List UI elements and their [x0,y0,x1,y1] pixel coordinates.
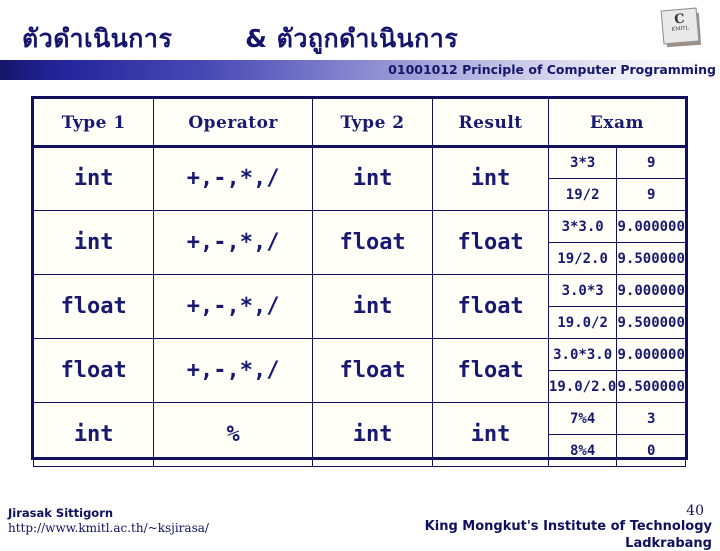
cell-exam-expression: 3.0*3.0 [547,338,618,371]
cell-type1: int [32,146,155,211]
cell-type2: int [311,146,434,211]
cell-exam-value: 9.500000 [616,242,686,275]
footer-url-link[interactable]: http://www.kmitl.ac.th/~ksjirasa/ [8,521,209,535]
column-header-operator: Operator [153,98,313,147]
footer-institute: King Mongkut's Institute of Technology L… [425,519,712,551]
course-banner-text: 01001012 Principle of Computer Programmi… [388,62,716,77]
slide-page-number: 40 [686,503,704,519]
cell-exam-value: 9.000000 [616,338,686,371]
footer-author: Jirasak Sittigorn [8,506,114,520]
cell-exam-expression: 19.0/2 [547,306,618,339]
course-logo-icon: C KMITL [660,6,706,50]
cell-exam-value: 9.500000 [616,306,686,339]
cell-result: int [432,146,549,211]
cell-exam-expression: 8%4 [547,434,618,467]
table-body: int +,-,*,/int int 3*3 9 19/2 9 int +,-,*,/float… [32,146,686,467]
cell-type1: int [32,402,155,467]
cell-exam-value: 9.000000 [616,274,686,307]
cell-exam-expression: 19/2 [547,178,618,211]
cell-operator: +,-,*,/ [153,146,313,211]
course-banner: 01001012 Principle of Computer Programmi… [0,60,720,80]
page-title: ตัวดำเนินการ & ตัวถูกดำเนินการ [22,18,642,60]
cell-operator: % [153,402,313,467]
table-header-row: Type 1 Operator Type 2 Result Exam [32,98,687,147]
cell-exam-value: 3 [616,402,686,435]
cell-exam-expression: 19/2.0 [547,242,618,275]
cell-type2: int [311,402,434,467]
cell-exam-value: 9.000000 [616,210,686,243]
cell-exam-value: 9 [616,146,686,179]
cell-exam-value: 9 [616,178,686,211]
footer-institute-line2: Ladkrabang [625,536,712,551]
table-row: int +,-,*,/float float 3*3.0 9.000000 [32,210,686,275]
cell-type2: float [311,338,434,403]
column-header-result: Result [432,98,549,147]
cell-exam-expression: 19.0/2.0 [547,370,618,403]
cell-exam-expression: 3*3.0 [547,210,618,243]
logo-sub: KMITL [671,25,690,33]
cell-exam-value: 0 [616,434,686,467]
column-header-type2: Type 2 [311,98,434,147]
cell-operator: +,-,*,/ [153,274,313,339]
cell-result: int [432,402,549,467]
cell-exam-value: 9.500000 [616,370,686,403]
table-row: float +,-,*,/float float 3.0*3.0 9.000000 [32,338,686,403]
cell-exam-expression: 3.0*3 [547,274,618,307]
type-conversion-table: Type 1 Operator Type 2 Result Exam int +,… [32,98,687,467]
cell-operator: +,-,*,/ [153,338,313,403]
table-row: float +,-,*,/int float 3.0*3 9.000000 [32,274,686,339]
table-row: int +,-,*,/int int 3*3 9 [32,146,686,211]
cell-type1: int [32,210,155,275]
page-title-main: ตัวดำเนินการ [22,24,173,53]
cell-result: float [432,274,549,339]
cell-exam-expression: 3*3 [547,146,618,179]
column-header-type1: Type 1 [32,98,155,147]
cell-type2: int [311,274,434,339]
cell-type1: float [32,338,155,403]
cell-result: float [432,210,549,275]
logo-card: C KMITL [660,7,700,45]
page-title-secondary: & ตัวถูกดำเนินการ [245,24,459,53]
table-row: int% int int 7%4 3 [32,402,686,467]
cell-result: float [432,338,549,403]
cell-type2: float [311,210,434,275]
footer-institute-line1: King Mongkut's Institute of Technology [424,519,712,534]
cell-type1: float [32,274,155,339]
cell-exam-expression: 7%4 [547,402,618,435]
column-header-exam: Exam [547,98,687,147]
cell-operator: +,-,*,/ [153,210,313,275]
